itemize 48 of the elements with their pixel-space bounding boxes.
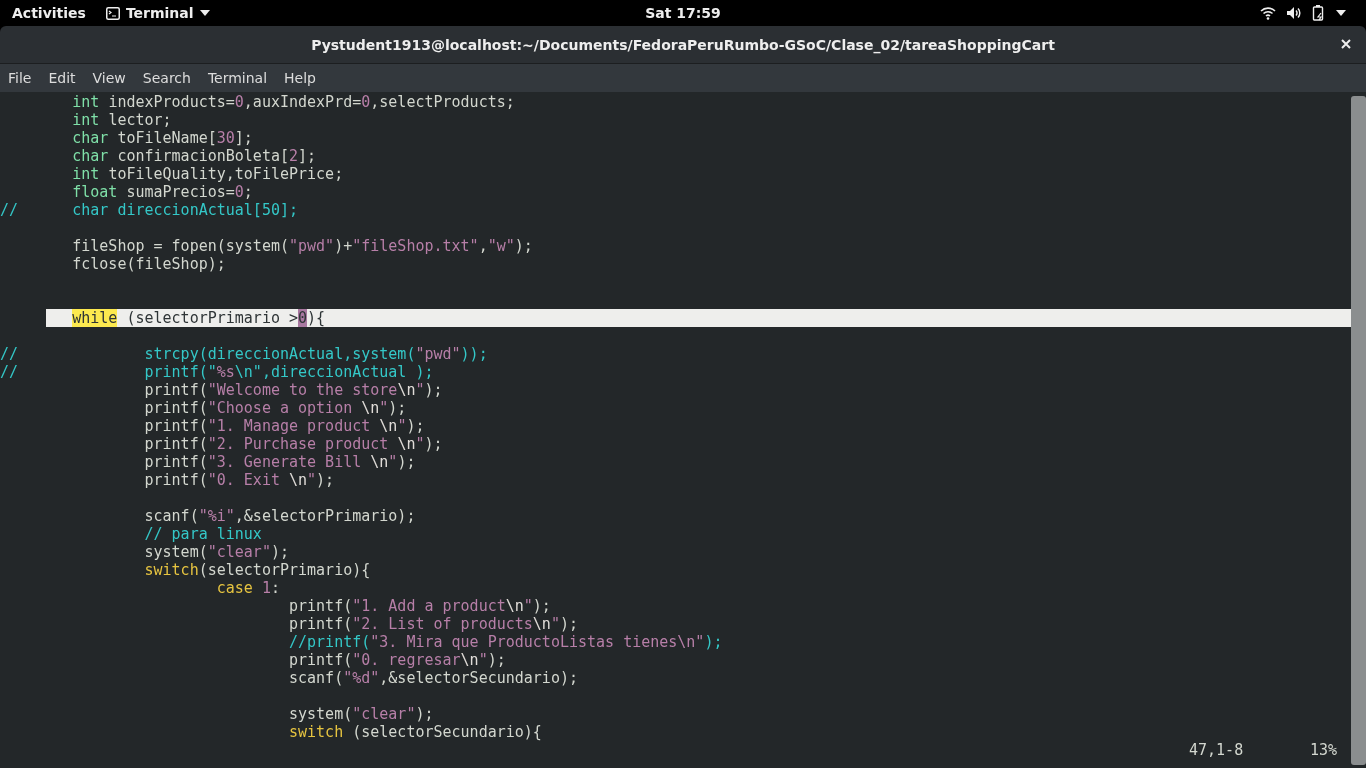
code-line: int indexProducts=0,auxIndexPrd=0,selectProducts; (71, 93, 516, 111)
code-line: char toFileName[30]; (71, 129, 254, 147)
volume-icon[interactable] (1286, 6, 1302, 20)
code-line: // printf("%s\n",direccionActual ); (0, 363, 435, 381)
code-line: system("clear"); (288, 705, 435, 723)
caret-icon (199, 10, 210, 16)
code-line: scanf("%i",&selectorPrimario); (143, 507, 417, 525)
code-line: scanf("%d",&selectorSecundario); (288, 669, 579, 687)
clock[interactable]: Sat 17:59 (645, 5, 721, 21)
menu-item[interactable]: File (8, 70, 32, 86)
code-line: printf("0. Exit \n"); (143, 471, 336, 489)
code-line: // para linux (143, 525, 263, 543)
code-line: fclose(fileShop); (71, 255, 227, 273)
close-icon[interactable] (1340, 38, 1352, 50)
code-line: int lector; (71, 111, 173, 129)
window-title: Pystudent1913@localhost:~/Documents/FedoraPeruRumbo-GSoC/Clase_02/tareaShoppingCart (311, 36, 1055, 53)
code-line: printf("2. Purchase product \n"); (143, 435, 444, 453)
menu-item[interactable]: Terminal (207, 70, 268, 86)
code-line: case 1: (215, 579, 281, 597)
menu-item[interactable]: Help (284, 70, 316, 86)
activities-button[interactable]: Activities (12, 5, 86, 21)
code-line: printf("Choose a option \n"); (143, 399, 408, 417)
scroll-percent: 13% (1309, 741, 1337, 759)
code-line: // char direccionActual[50]; (0, 201, 299, 219)
code-line: printf("3. Generate Bill \n"); (143, 453, 417, 471)
battery-icon[interactable] (1312, 5, 1326, 21)
code-line: system("clear"); (143, 543, 290, 561)
menu-item[interactable]: Edit (48, 70, 76, 86)
app-menu[interactable]: Terminal (105, 5, 210, 21)
caret-icon[interactable] (1336, 10, 1346, 16)
menu-item[interactable]: View (92, 70, 126, 86)
code-line: printf("1. Manage product \n"); (143, 417, 426, 435)
code-line: printf("1. Add a product\n"); (288, 597, 552, 615)
code-line: printf("Welcome to the store\n"); (143, 381, 444, 399)
code-line: printf("0. regresar\n"); (288, 651, 507, 669)
wifi-icon[interactable] (1260, 6, 1276, 20)
terminal-icon (105, 6, 120, 20)
code-line: switch (selectorSecundario){ (288, 723, 543, 741)
code-line: //printf("3. Mira que ProductoListas tienes\n"); (288, 633, 724, 651)
code-line: switch(selectorPrimario){ (143, 561, 372, 579)
menu-item[interactable]: Search (142, 70, 191, 86)
code-line: float sumaPrecios=0; (71, 183, 254, 201)
code-line: // strcpy(direccionActual,system("pwd")); (0, 345, 489, 363)
cursor-position: 47,1-8 (1189, 741, 1244, 759)
code-line: printf("2. List of products\n"); (288, 615, 579, 633)
code-line: char confirmacionBoleta[2]; (71, 147, 318, 165)
code-line: int toFileQuality,toFilePrice; (71, 165, 345, 183)
code-line: fileShop = fopen(system("pwd")+"fileShop.txt","w"); (71, 237, 534, 255)
